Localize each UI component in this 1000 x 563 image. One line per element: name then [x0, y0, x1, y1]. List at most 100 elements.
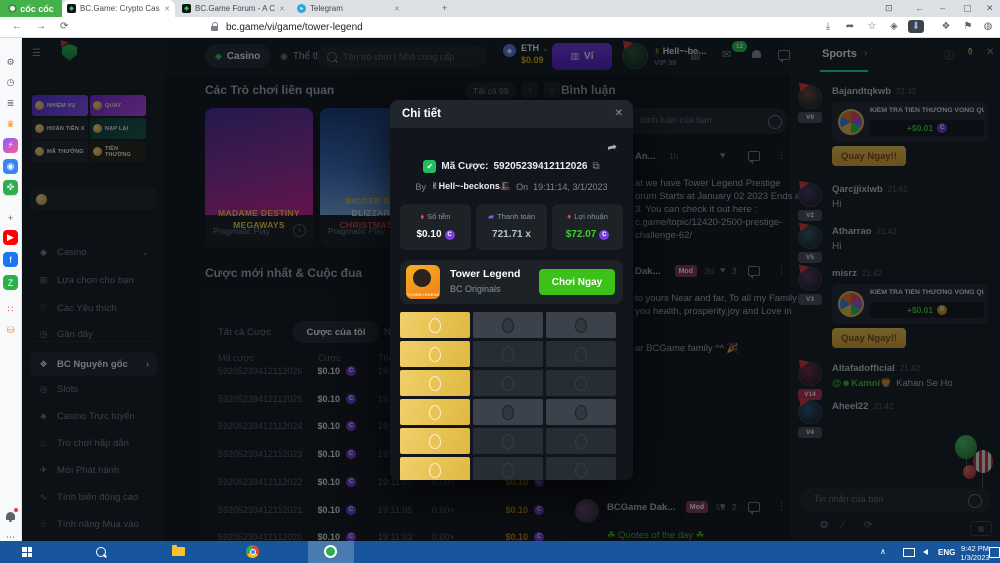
- chrome-icon[interactable]: [246, 545, 259, 558]
- tower-tile[interactable]: [400, 399, 470, 425]
- stat-value: 721.71 x: [492, 229, 531, 240]
- bet-username[interactable]: ✌Hell~-beckons🎩: [431, 181, 511, 192]
- tower-tile[interactable]: [400, 312, 470, 338]
- language-indicator[interactable]: ENG: [938, 548, 955, 557]
- add-shortcut-icon[interactable]: +: [3, 210, 18, 225]
- play-now-button[interactable]: Chơi Ngay: [539, 269, 615, 295]
- history-icon[interactable]: ◷: [3, 75, 18, 90]
- bet-datetime: 19:11:14, 3/1/2023: [533, 182, 607, 192]
- minimize-button[interactable]: –: [940, 3, 945, 13]
- close-icon[interactable]: ✕: [615, 108, 623, 119]
- brand-label: cốc cốc: [20, 4, 54, 14]
- back-icon[interactable]: ←: [12, 21, 22, 32]
- browser-tab[interactable]: ➤Telegram✕: [292, 0, 405, 17]
- egg-icon: [575, 318, 587, 333]
- coccoc-feed-icon[interactable]: ◉: [3, 159, 18, 174]
- tab-title: BC.Game: Crypto Casino Gan: [80, 4, 160, 13]
- settings-icon[interactable]: ⚙: [3, 55, 18, 70]
- egg-icon: [429, 463, 441, 478]
- tower-tile[interactable]: [473, 399, 543, 425]
- url-text[interactable]: bc.game/vi/game/tower-legend: [226, 22, 363, 33]
- reading-list-icon[interactable]: ≣: [3, 96, 18, 111]
- stat-label-row: ⬧Số tiền: [400, 212, 471, 222]
- apps-grid-icon[interactable]: ∷: [3, 302, 18, 317]
- egg-icon: [502, 376, 514, 391]
- start-button[interactable]: [22, 547, 32, 557]
- tray-expand-icon[interactable]: ∧: [880, 547, 886, 556]
- tower-tile[interactable]: [546, 457, 616, 480]
- facebook-icon[interactable]: f: [3, 252, 18, 267]
- padlock-icon[interactable]: [211, 26, 218, 31]
- stat-value: $0.10: [416, 229, 441, 240]
- stat-label: Thanh toán: [497, 212, 535, 221]
- maximize-button[interactable]: ▢: [963, 3, 972, 14]
- new-tab-button[interactable]: +: [442, 3, 447, 13]
- egg-icon: [502, 463, 514, 478]
- action-center-icon[interactable]: [989, 547, 1000, 558]
- coccoc-brand[interactable]: cốc cốc: [0, 0, 62, 17]
- tower-tile[interactable]: [400, 428, 470, 454]
- tower-tile[interactable]: [473, 341, 543, 367]
- bell-shape: [6, 512, 15, 520]
- tab-search-icon[interactable]: ⊡: [885, 3, 893, 14]
- network-icon[interactable]: [903, 548, 915, 557]
- tower-tile[interactable]: [473, 428, 543, 454]
- thumb-caption: TOWER LEGEND: [406, 292, 440, 297]
- egg-icon: [429, 405, 441, 420]
- share-icon[interactable]: ➦: [606, 139, 619, 155]
- zalo-icon[interactable]: Z: [3, 275, 18, 290]
- tower-legend-thumbnail[interactable]: TOWER LEGEND: [406, 265, 440, 299]
- profile-icon[interactable]: ◍: [980, 21, 996, 32]
- forward-icon[interactable]: →: [36, 21, 46, 32]
- profile-back-icon[interactable]: ←: [915, 3, 924, 13]
- egg-icon: [502, 405, 514, 420]
- coccoc-taskbar-button[interactable]: [308, 541, 354, 563]
- download-active-icon[interactable]: ⬇: [908, 20, 924, 33]
- copy-icon[interactable]: ⧉: [593, 161, 600, 172]
- share-icon[interactable]: ➦: [842, 21, 858, 32]
- tower-tile[interactable]: [400, 341, 470, 367]
- tab-close-icon[interactable]: ✕: [164, 5, 170, 13]
- tower-tile[interactable]: [400, 370, 470, 396]
- tower-tile[interactable]: [546, 312, 616, 338]
- stat-value-row: $72.07C: [552, 229, 623, 240]
- browser-tab[interactable]: ◆BC.Game: Crypto Casino Gan✕: [62, 0, 175, 17]
- cart-icon[interactable]: ⛁: [3, 323, 18, 338]
- tower-tile[interactable]: [473, 312, 543, 338]
- egg-icon: [575, 463, 587, 478]
- adblock-shield-icon[interactable]: ◈: [886, 21, 902, 32]
- clock-time[interactable]: 9:42 PM: [958, 544, 992, 553]
- clock-date[interactable]: 1/3/2023: [958, 553, 992, 562]
- messenger-icon[interactable]: ⚡: [3, 138, 18, 153]
- close-window-button[interactable]: ✕: [986, 3, 994, 14]
- browser-tab[interactable]: ◆BC.Game Forum - A Cryptoc✕: [177, 0, 290, 17]
- bet-id-value: 59205239412112026: [494, 161, 588, 172]
- tower-tile[interactable]: [546, 428, 616, 454]
- tower-tile[interactable]: [473, 457, 543, 480]
- coin-icon: C: [599, 230, 609, 240]
- tower-tile[interactable]: [473, 370, 543, 396]
- game-name[interactable]: Tower Legend: [450, 268, 520, 280]
- save-page-icon[interactable]: ⤓: [820, 21, 836, 32]
- reload-icon[interactable]: ⟳: [60, 21, 68, 32]
- tower-tile[interactable]: [546, 341, 616, 367]
- egg-icon: [429, 376, 441, 391]
- extensions-icon[interactable]: ❖: [938, 21, 954, 32]
- notifications-bell-icon[interactable]: [3, 508, 18, 523]
- bookmark-star-icon[interactable]: ☆: [864, 21, 880, 32]
- stat-value-row: 721.71 x: [476, 229, 547, 240]
- tower-tile[interactable]: [546, 370, 616, 396]
- volume-icon[interactable]: [923, 549, 928, 555]
- translate-icon[interactable]: ⚑: [960, 21, 976, 32]
- games-icon[interactable]: ✜: [3, 180, 18, 195]
- tab-close-icon[interactable]: ✕: [279, 5, 285, 13]
- tower-tile[interactable]: [400, 457, 470, 480]
- modal-title: Chi tiết: [402, 108, 441, 120]
- youtube-icon[interactable]: ▶: [3, 230, 18, 245]
- crown-icon[interactable]: ♛: [3, 117, 18, 132]
- tower-tile[interactable]: [546, 399, 616, 425]
- file-explorer-icon[interactable]: [172, 547, 185, 556]
- tab-close-icon[interactable]: ✕: [394, 5, 400, 13]
- taskbar-search-icon[interactable]: [96, 547, 106, 557]
- stat-card-0: ⬧Số tiền$0.10C: [400, 204, 471, 250]
